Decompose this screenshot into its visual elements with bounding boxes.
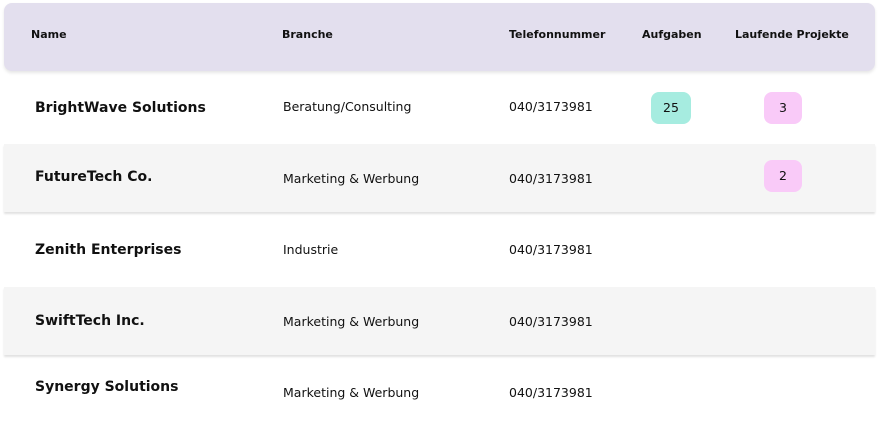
table-row[interactable]: FutureTech Co. Marketing & Werbung 040/3… — [4, 144, 875, 212]
company-branch: Industrie — [283, 242, 339, 257]
company-name: Synergy Solutions — [35, 379, 179, 395]
column-header-projects[interactable]: Laufende Projekte — [735, 3, 849, 71]
company-phone: 040/3173981 — [509, 99, 593, 114]
company-branch: Marketing & Werbung — [283, 171, 420, 186]
company-name: FutureTech Co. — [35, 169, 153, 185]
company-branch: Marketing & Werbung — [283, 385, 420, 400]
column-header-phone[interactable]: Telefonnummer — [509, 3, 605, 71]
table-row[interactable]: SwiftTech Inc. Marketing & Werbung 040/3… — [4, 287, 875, 355]
company-table: Name Branche Telefonnummer Aufgaben Lauf… — [0, 0, 879, 427]
company-name: SwiftTech Inc. — [35, 313, 145, 329]
column-header-name[interactable]: Name — [31, 3, 67, 71]
column-header-tasks[interactable]: Aufgaben — [642, 3, 702, 71]
company-name: Zenith Enterprises — [35, 242, 182, 258]
table-row[interactable]: BrightWave Solutions Beratung/Consulting… — [4, 74, 875, 142]
company-name: BrightWave Solutions — [35, 100, 206, 116]
company-branch: Beratung/Consulting — [283, 99, 412, 114]
tasks-count-badge[interactable]: 25 — [651, 92, 691, 124]
projects-count-badge[interactable]: 2 — [764, 160, 802, 192]
company-phone: 040/3173981 — [509, 171, 593, 186]
company-phone: 040/3173981 — [509, 314, 593, 329]
projects-count-badge[interactable]: 3 — [764, 92, 802, 124]
column-header-branch[interactable]: Branche — [282, 3, 333, 71]
table-row[interactable]: Synergy Solutions Marketing & Werbung 04… — [4, 357, 875, 425]
company-phone: 040/3173981 — [509, 242, 593, 257]
company-phone: 040/3173981 — [509, 385, 593, 400]
table-header: Name Branche Telefonnummer Aufgaben Lauf… — [4, 3, 875, 71]
company-branch: Marketing & Werbung — [283, 314, 420, 329]
table-row[interactable]: Zenith Enterprises Industrie 040/3173981 — [4, 216, 875, 284]
